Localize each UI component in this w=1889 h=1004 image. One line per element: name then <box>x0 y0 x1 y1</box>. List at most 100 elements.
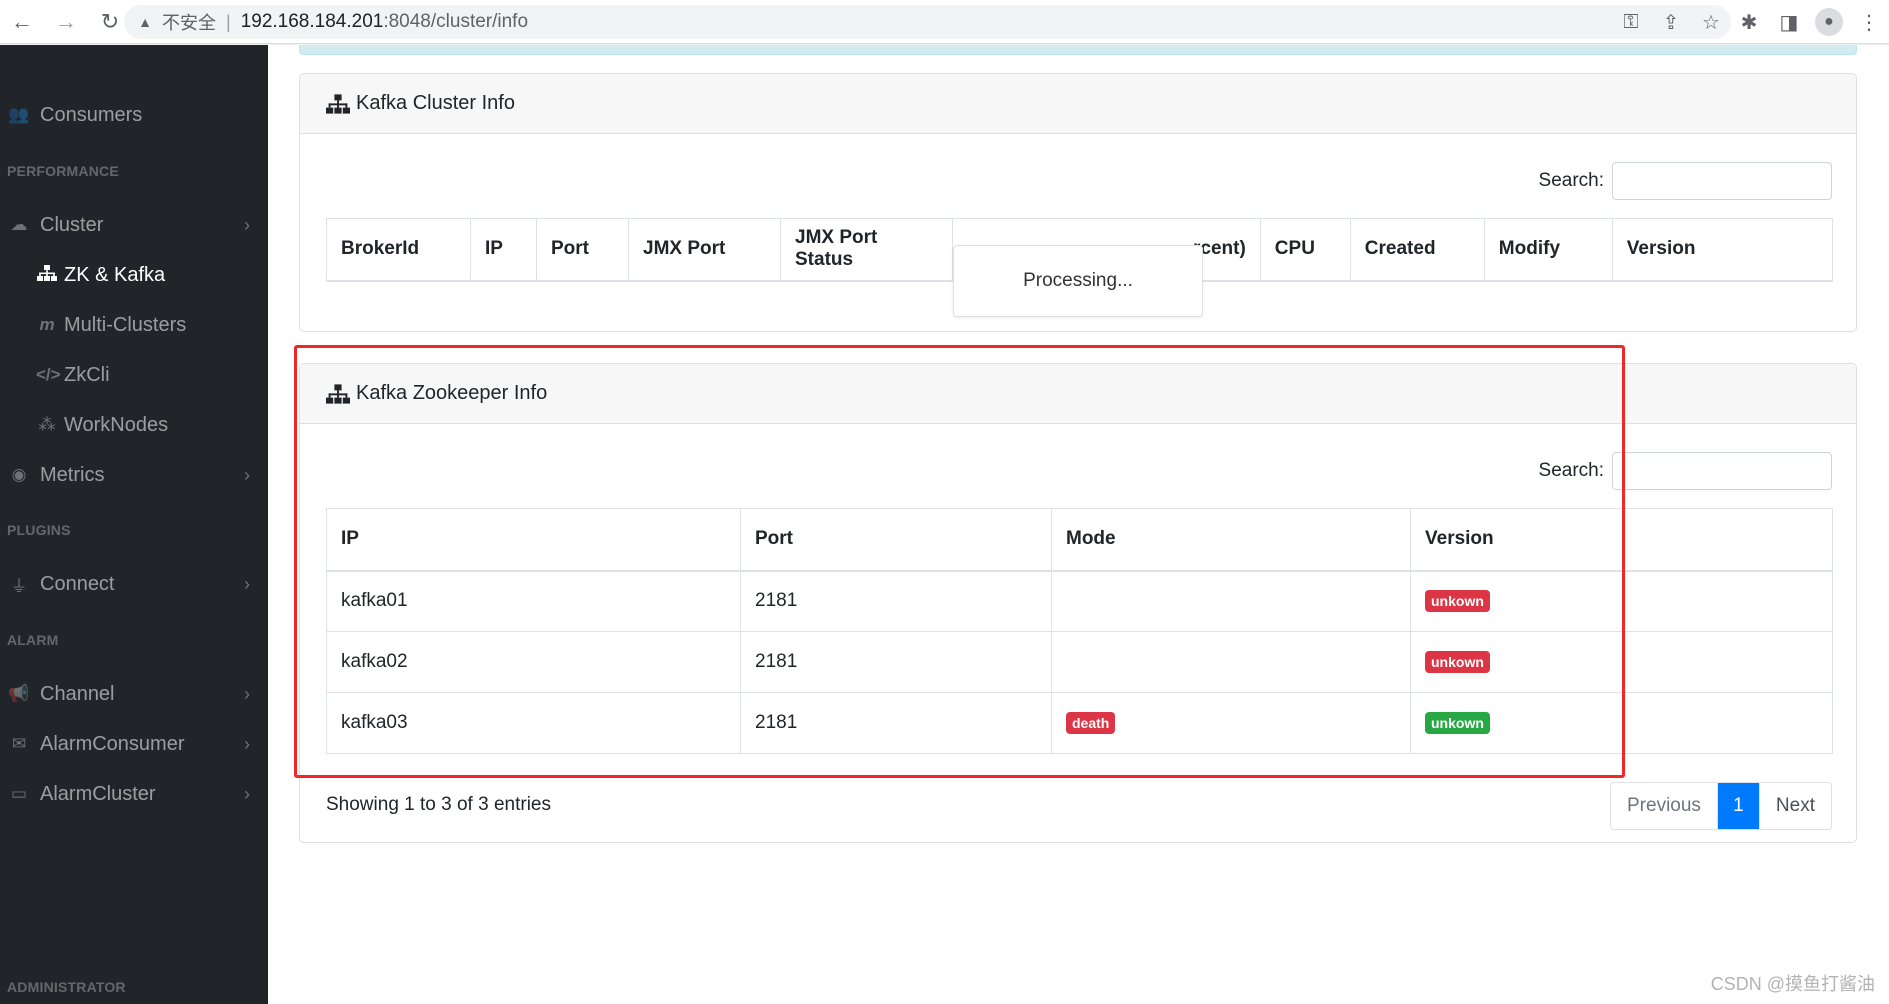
sidebar-item-worknodes[interactable]: ⁂ WorkNodes <box>0 405 268 445</box>
col-jmx-port[interactable]: JMX Port <box>628 218 781 282</box>
col-cpu[interactable]: CPU <box>1259 218 1351 282</box>
arrow-left-icon: ← <box>11 8 33 34</box>
url-path: :8048/cluster/info <box>383 11 529 32</box>
avatar-icon: ● <box>1815 8 1843 36</box>
chevron-right-icon: › <box>244 783 250 804</box>
status-badge: unkown <box>1425 590 1490 613</box>
star-icon[interactable]: ☆ <box>1691 5 1731 39</box>
cluster-info-card: Kafka Cluster Info Search: BrokerId IP P… <box>299 73 1857 332</box>
processing-indicator: Processing... <box>953 245 1203 317</box>
forward-button[interactable]: → <box>44 0 88 44</box>
sidebar-heading-administrator: ADMINISTRATOR <box>7 979 126 995</box>
sidebar-item-alarmcluster[interactable]: ▭ AlarmCluster › <box>0 774 268 814</box>
sidebar-item-consumers[interactable]: 👥 Consumers <box>0 95 268 135</box>
card-header: Kafka Zookeeper Info <box>300 364 1856 424</box>
sidebar-item-metrics[interactable]: ◉ Metrics › <box>0 455 268 495</box>
pagination-page-1[interactable]: 1 <box>1717 783 1760 829</box>
search-row: Search: <box>1539 162 1832 200</box>
share-icon[interactable]: ⇪ <box>1651 5 1691 39</box>
table-row: kafka01 2181 unkown <box>326 570 1833 632</box>
pagination-next[interactable]: Next <box>1760 783 1831 829</box>
zookeeper-info-card: Kafka Zookeeper Info Search: IP Port Mod… <box>299 363 1857 843</box>
cell-version: unkown <box>1410 570 1833 632</box>
search-input[interactable] <box>1612 452 1832 490</box>
col-mode[interactable]: Mode <box>1051 508 1411 572</box>
cell-port: 2181 <box>740 570 1052 632</box>
pagination: Previous 1 Next <box>1610 782 1832 830</box>
sidebar-item-label: Metrics <box>40 463 105 486</box>
back-button[interactable]: ← <box>0 0 44 44</box>
table-row: kafka02 2181 unkown <box>326 631 1833 693</box>
chevron-right-icon: › <box>244 464 250 485</box>
sidebar-item-label: WorkNodes <box>64 413 169 436</box>
cell-ip: kafka01 <box>326 570 741 632</box>
card-title: Kafka Zookeeper Info <box>356 382 548 404</box>
sitemap-icon <box>36 264 58 286</box>
status-badge: death <box>1066 712 1116 734</box>
nodes-icon: ⁂ <box>38 415 56 434</box>
cell-mode <box>1051 631 1411 693</box>
arrow-right-icon: → <box>55 8 77 34</box>
col-ip[interactable]: IP <box>470 218 537 282</box>
bullhorn-icon: 📢 <box>8 684 30 703</box>
url-text: 192.168.184.201:8048/cluster/info <box>241 11 528 33</box>
plug-icon: ⏚ <box>10 576 28 596</box>
sidebar-item-label: Cluster <box>40 213 104 236</box>
col-port[interactable]: Port <box>536 218 629 282</box>
pagination-previous[interactable]: Previous <box>1611 783 1718 829</box>
sidebar-item-zk-kafka[interactable]: ZK & Kafka <box>0 255 268 295</box>
col-version[interactable]: Version <box>1611 218 1834 282</box>
sidebar-item-label: ZK & Kafka <box>64 263 166 286</box>
col-version[interactable]: Version <box>1410 508 1833 572</box>
chevron-right-icon: › <box>244 683 250 704</box>
hdd-icon: ▭ <box>10 784 28 803</box>
side-panel-icon[interactable]: ◨ <box>1769 0 1809 44</box>
insecure-label: 不安全 <box>162 13 216 33</box>
sitemap-icon <box>326 383 350 404</box>
col-created[interactable]: Created <box>1349 218 1485 282</box>
profile-button[interactable]: ● <box>1809 0 1849 44</box>
sidebar-item-zkcli[interactable]: </> ZkCli <box>0 355 268 395</box>
sidebar-item-label: AlarmCluster <box>40 782 156 805</box>
sidebar-item-label: Connect <box>40 572 115 595</box>
sidebar-item-connect[interactable]: ⏚ Connect › <box>0 564 268 604</box>
sidebar-item-alarmconsumer[interactable]: ✉ AlarmConsumer › <box>0 724 268 764</box>
status-badge: unkown <box>1425 712 1490 734</box>
sidebar-heading-plugins: PLUGINS <box>7 522 71 538</box>
cell-port: 2181 <box>740 692 1052 754</box>
search-input[interactable] <box>1612 162 1832 200</box>
cell-version: unkown <box>1410 692 1833 754</box>
address-bar[interactable]: ▲ 不安全 | 192.168.184.201:8048/cluster/inf… <box>124 5 1731 39</box>
users-icon: 👥 <box>8 105 30 124</box>
sidebar-item-label: Multi-Clusters <box>64 313 187 336</box>
cell-ip: kafka03 <box>326 692 741 754</box>
col-brokerid[interactable]: BrokerId <box>326 218 471 282</box>
chevron-right-icon: › <box>244 214 250 235</box>
key-icon[interactable]: ⚿ <box>1611 5 1651 39</box>
url-host: 192.168.184.201 <box>240 11 384 32</box>
card-title: Kafka Cluster Info <box>356 92 515 114</box>
sidebar-item-cluster[interactable]: ☁ Cluster › <box>0 205 268 245</box>
card-header: Kafka Cluster Info <box>300 74 1856 134</box>
sidebar-item-multi-clusters[interactable]: m Multi-Clusters <box>0 305 268 345</box>
sidebar-item-channel[interactable]: 📢 Channel › <box>0 674 268 714</box>
extensions-icon[interactable]: ✱ <box>1729 0 1769 44</box>
col-jmx-port-status[interactable]: JMX Port Status <box>780 218 953 282</box>
table-row: kafka03 2181 death unkown <box>326 692 1833 754</box>
search-label: Search: <box>1538 460 1604 481</box>
browser-toolbar: ← → ↻ ▲ 不安全 | 192.168.184.201:8048/clust… <box>0 0 1889 44</box>
cell-mode: death <box>1051 692 1411 754</box>
sidebar-heading-performance: PERFORMANCE <box>7 163 119 179</box>
sidebar-item-label: Channel <box>40 682 115 705</box>
chevron-right-icon: › <box>244 573 250 594</box>
col-port[interactable]: Port <box>740 508 1052 572</box>
m-icon: m <box>39 315 55 334</box>
sidebar: 👥 Consumers PERFORMANCE ☁ Cluster › ZK &… <box>0 45 268 1004</box>
col-ip[interactable]: IP <box>326 508 741 572</box>
cell-version: unkown <box>1410 631 1833 693</box>
menu-icon[interactable]: ⋮ <box>1849 0 1889 44</box>
eye-icon: ◉ <box>11 465 27 484</box>
col-modify[interactable]: Modify <box>1483 218 1613 282</box>
cell-ip: kafka02 <box>326 631 741 693</box>
zookeeper-table: IP Port Mode Version kafka01 2181 unkown… <box>326 508 1833 754</box>
